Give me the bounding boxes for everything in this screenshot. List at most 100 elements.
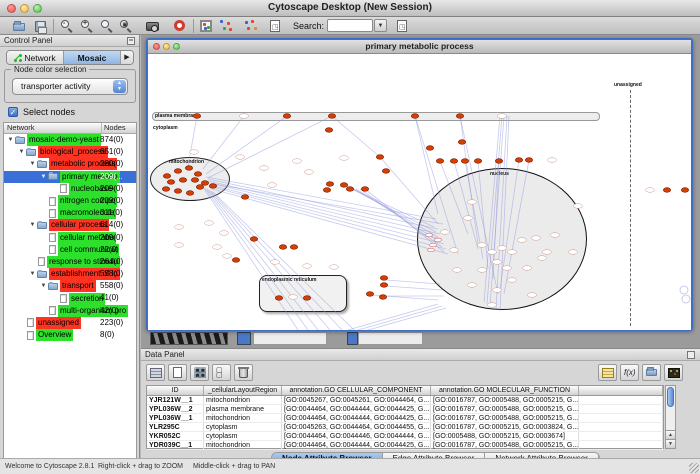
table-cell[interactable]: [GO:0016787, GO:0005215, GO:0003824, G..…: [431, 423, 579, 431]
session-icon[interactable]: [395, 19, 410, 33]
gene-label-node[interactable]: [646, 188, 655, 193]
attribute-table[interactable]: ID_cellularLayoutRegionannotation.GO CEL…: [146, 385, 664, 449]
tab-network[interactable]: Network: [7, 51, 64, 64]
float-data-panel-icon[interactable]: [687, 351, 695, 359]
table-cell[interactable]: cytoplasm: [204, 432, 282, 440]
background-window-fragment[interactable]: [253, 332, 327, 345]
tree-row-label[interactable]: unassigned: [36, 317, 81, 329]
gene-label-node[interactable]: [175, 225, 184, 230]
help-icon[interactable]: [173, 19, 188, 33]
tree-row[interactable]: Overview8(0): [4, 329, 136, 341]
gene-node[interactable]: [174, 169, 181, 174]
gene-node[interactable]: [179, 178, 186, 183]
table-row[interactable]: YPL036W__2plasma membrane[GO:0044464, GO…: [147, 405, 663, 414]
matrix-icon[interactable]: [664, 364, 683, 381]
table-cell[interactable]: [579, 396, 663, 404]
network-tree-header[interactable]: Network Nodes: [4, 123, 136, 134]
column-header[interactable]: _cellularLayoutRegion: [204, 386, 282, 395]
gene-node[interactable]: [340, 183, 347, 188]
gene-node[interactable]: [279, 245, 286, 250]
gene-label-node[interactable]: [190, 150, 199, 155]
table-cell[interactable]: YJR121W__1: [147, 396, 204, 404]
gene-label-node[interactable]: [426, 233, 433, 237]
table-cell[interactable]: [GO:0005488, GO:0005215, GO:0003674]: [431, 432, 579, 440]
gene-node[interactable]: [232, 258, 239, 263]
table-cell[interactable]: [GO:0016787, GO:0005488, GO:0005215, G..…: [431, 441, 579, 449]
gene-label-node[interactable]: [271, 260, 280, 265]
filter-icon[interactable]: [244, 19, 259, 33]
gene-label-node[interactable]: [508, 250, 517, 255]
gene-label-node[interactable]: [236, 155, 245, 160]
float-panel-icon[interactable]: [127, 37, 135, 45]
gene-label-node[interactable]: [450, 248, 459, 253]
gene-label-node[interactable]: [468, 200, 477, 205]
gene-node[interactable]: [380, 276, 387, 281]
gene-label-node[interactable]: [493, 288, 502, 293]
annotation-icon[interactable]: [268, 19, 283, 33]
attribute-panel-icon[interactable]: [598, 364, 617, 381]
table-cell[interactable]: [579, 423, 663, 431]
table-cell[interactable]: YKR052C: [147, 432, 204, 440]
tab-overflow-arrow-icon[interactable]: ▶: [121, 51, 133, 64]
zoom-in-icon[interactable]: +: [80, 19, 95, 33]
gene-label-node[interactable]: [289, 295, 298, 300]
tree-row[interactable]: cellular metabo209(0): [4, 232, 136, 244]
gene-label-node[interactable]: [508, 278, 517, 283]
table-cell[interactable]: [GO:0044464, GO:0044444, GO:0044425, G..…: [282, 441, 431, 449]
gene-node[interactable]: [380, 283, 387, 288]
gene-node[interactable]: [167, 180, 174, 185]
gene-label-node[interactable]: [330, 265, 339, 270]
tree-row-label[interactable]: biological_process: [38, 146, 108, 158]
table-cell[interactable]: mitochondrion: [204, 414, 282, 422]
tree-row-label[interactable]: Overview: [36, 329, 73, 341]
gene-node[interactable]: [323, 188, 330, 193]
gene-node[interactable]: [426, 146, 433, 151]
gene-node[interactable]: [283, 114, 290, 119]
gene-node[interactable]: [250, 237, 257, 242]
gene-node[interactable]: [328, 114, 335, 119]
unselect-attributes-icon[interactable]: ▢▢: [212, 364, 231, 381]
tab-mosaic[interactable]: Mosaic: [64, 51, 121, 64]
save-icon[interactable]: [33, 19, 48, 33]
gene-label-node[interactable]: [268, 183, 277, 188]
gene-label-node[interactable]: [435, 238, 442, 242]
gene-label-node[interactable]: [538, 256, 547, 261]
table-row[interactable]: YJR121W__1mitochondrion[GO:0045267, GO:0…: [147, 396, 663, 405]
table-row[interactable]: YLR295Ccytoplasm[GO:0045263, GO:0044464,…: [147, 423, 663, 432]
table-cell[interactable]: cytoplasm: [204, 423, 282, 431]
function-builder-icon[interactable]: f(x): [620, 364, 639, 381]
zoom-selected-icon[interactable]: ▣: [119, 19, 134, 33]
expander-icon[interactable]: ▼: [28, 268, 37, 280]
gene-node[interactable]: [186, 191, 193, 196]
gene-node[interactable]: [366, 292, 373, 297]
gene-node[interactable]: [303, 296, 310, 301]
expander-icon[interactable]: ▼: [6, 134, 15, 146]
column-header[interactable]: [579, 386, 663, 395]
gene-node[interactable]: [436, 159, 443, 164]
table-cell[interactable]: [GO:0044464, GO:0044444, GO:0044425, G..…: [282, 414, 431, 422]
gene-node[interactable]: [325, 128, 332, 133]
table-row[interactable]: YKR052Ccytoplasm[GO:0044464, GO:0044446,…: [147, 432, 663, 441]
gene-node[interactable]: [663, 188, 670, 193]
tree-row[interactable]: cell communicat22(0): [4, 244, 136, 256]
gene-label-node[interactable]: [543, 250, 552, 255]
gene-node[interactable]: [376, 155, 383, 160]
gene-label-node[interactable]: [493, 260, 502, 265]
search-input[interactable]: [327, 19, 373, 32]
table-cell[interactable]: YDR039C__1: [147, 441, 204, 449]
gene-node[interactable]: [194, 172, 201, 177]
gene-label-node[interactable]: [260, 166, 269, 171]
background-window-fragment[interactable]: [150, 332, 228, 345]
zoom-fit-icon[interactable]: [100, 19, 115, 33]
gene-label-node[interactable]: [528, 293, 537, 298]
expander-icon[interactable]: ▼: [39, 280, 48, 292]
table-cell[interactable]: YPL036W__1: [147, 414, 204, 422]
gene-node[interactable]: [185, 166, 192, 171]
tree-row[interactable]: nucleobase-209(0): [4, 183, 136, 195]
column-header[interactable]: ID: [147, 386, 204, 395]
gene-node[interactable]: [326, 182, 333, 187]
gene-label-node[interactable]: [340, 156, 349, 161]
search-dropdown-icon[interactable]: ▼: [374, 19, 387, 32]
gene-node[interactable]: [525, 158, 532, 163]
table-cell[interactable]: YLR295C: [147, 423, 204, 431]
